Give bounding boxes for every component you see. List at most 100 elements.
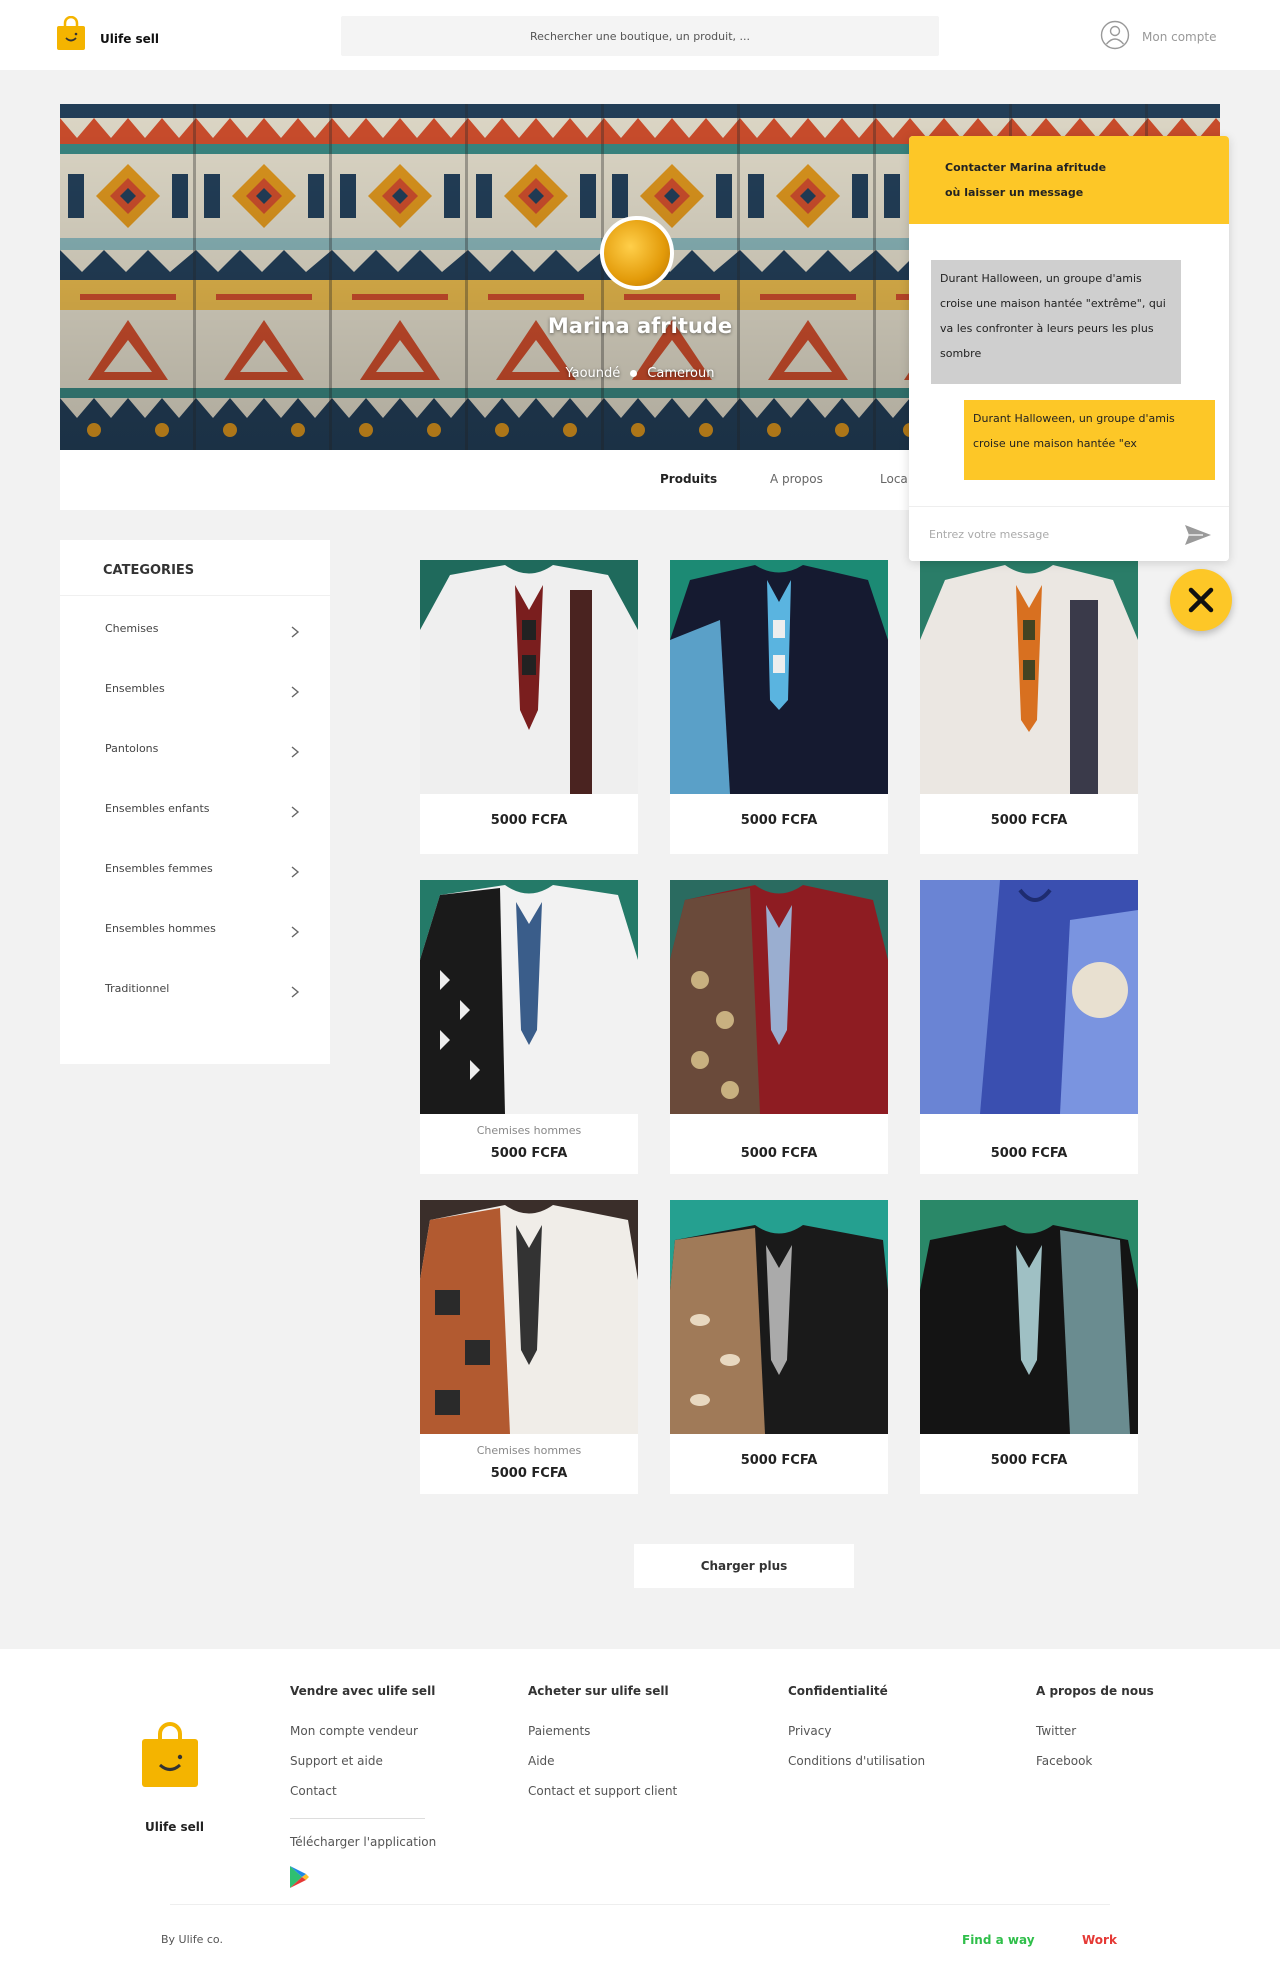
product-price: 5000 FCFA [490, 1146, 568, 1161]
product-card[interactable]: Chemises hommes 5000 FCFA [420, 880, 638, 1174]
footer-link[interactable]: Facebook [1036, 1754, 1092, 1768]
footer-brand: Ulife sell [145, 1820, 205, 1834]
product-card[interactable]: 5000 FCFA [920, 1200, 1138, 1494]
account-link[interactable]: Mon compte [1142, 30, 1216, 44]
top-header: Ulife sell Rechercher une boutique, un p… [0, 0, 1280, 70]
footer-link[interactable]: Contact [290, 1784, 337, 1798]
search-input[interactable]: Rechercher une boutique, un produit, ... [341, 16, 939, 56]
product-card[interactable]: Chemises hommes 5000 FCFA [420, 1200, 638, 1494]
send-icon[interactable] [1183, 523, 1213, 547]
product-image [920, 560, 1138, 794]
load-more-button[interactable]: Charger plus [634, 1544, 854, 1588]
chat-widget: Contacter Marina afritude où laisser un … [909, 136, 1229, 561]
shop-city: Yaoundé [565, 366, 621, 381]
product-image [670, 880, 888, 1114]
footer-col-title: Acheter sur ulife sell [528, 1684, 669, 1698]
divider [290, 1818, 425, 1819]
category-label: Ensembles hommes [105, 922, 216, 935]
product-card[interactable]: 5000 FCFA [670, 880, 888, 1174]
product-image [670, 1200, 888, 1434]
chevron-right-icon [291, 746, 300, 758]
footer-col-title: Confidentialité [788, 1684, 888, 1698]
product-image [670, 560, 888, 794]
product-card[interactable]: 5000 FCFA [670, 560, 888, 854]
chevron-right-icon [291, 626, 300, 638]
category-label: Traditionnel [105, 982, 170, 995]
copyright: By Ulife co. [161, 1933, 223, 1946]
footer-link[interactable]: Contact et support client [528, 1784, 677, 1798]
category-item[interactable]: Chemises [105, 622, 305, 642]
incoming-message: Durant Halloween, un groupe d'amis crois… [931, 260, 1181, 384]
product-category: Chemises hommes [476, 1124, 582, 1137]
dot-separator [630, 370, 638, 377]
product-price: 5000 FCFA [490, 813, 568, 828]
product-price: 5000 FCFA [740, 1453, 818, 1468]
category-label: Ensembles femmes [105, 862, 213, 875]
download-app-link[interactable]: Télécharger l'application [290, 1835, 436, 1849]
tab-produits[interactable]: Produits [660, 472, 717, 486]
product-card[interactable]: 5000 FCFA [920, 560, 1138, 854]
brand-name[interactable]: Ulife sell [100, 32, 159, 46]
product-category: Chemises hommes [476, 1444, 582, 1457]
footer-col-title: Vendre avec ulife sell [290, 1684, 436, 1698]
category-item[interactable]: Ensembles enfants [105, 802, 305, 822]
find-a-way-link[interactable]: Find a way [962, 1933, 1035, 1947]
close-chat-button[interactable] [1170, 569, 1232, 631]
footer: Ulife sell Vendre avec ulife sell Mon co… [0, 1649, 1280, 1978]
footer-link[interactable]: Mon compte vendeur [290, 1724, 418, 1738]
message-input[interactable] [929, 521, 1169, 547]
product-price: 5000 FCFA [990, 1146, 1068, 1161]
product-price: 5000 FCFA [490, 1466, 568, 1481]
product-card[interactable]: 5000 FCFA [670, 1200, 888, 1494]
search-placeholder: Rechercher une boutique, un produit, ... [529, 29, 750, 43]
categories-panel: CATEGORIES Chemises Ensembles Pantolons … [60, 540, 330, 1064]
category-label: Pantolons [105, 742, 159, 755]
shop-avatar [600, 216, 674, 290]
footer-link[interactable]: Paiements [528, 1724, 590, 1738]
google-play-icon[interactable] [288, 1865, 310, 1889]
footer-col-title: A propos de nous [1036, 1684, 1154, 1698]
category-label: Ensembles enfants [105, 802, 210, 815]
product-card[interactable]: 5000 FCFA [420, 560, 638, 854]
footer-link[interactable]: Support et aide [290, 1754, 383, 1768]
categories-title: CATEGORIES [103, 563, 195, 578]
category-item[interactable]: Ensembles femmes [105, 862, 305, 882]
divider [170, 1904, 1110, 1905]
category-item[interactable]: Ensembles hommes [105, 922, 305, 942]
product-image [920, 1200, 1138, 1434]
shopping-bag-logo-icon [142, 1722, 198, 1787]
shopping-bag-logo-icon[interactable] [55, 16, 87, 52]
chat-title: Contacter Marina afritude [945, 161, 1107, 174]
product-price: 5000 FCFA [990, 1453, 1068, 1468]
product-image [920, 880, 1138, 1114]
outgoing-message: Durant Halloween, un groupe d'amis crois… [964, 400, 1215, 480]
user-icon[interactable] [1100, 20, 1130, 50]
product-image [420, 1200, 638, 1434]
chevron-right-icon [291, 866, 300, 878]
chevron-right-icon [291, 686, 300, 698]
footer-link[interactable]: Twitter [1036, 1724, 1076, 1738]
close-icon [1188, 587, 1214, 613]
product-image [420, 880, 638, 1114]
shop-country: Cameroun [647, 366, 715, 381]
category-item[interactable]: Traditionnel [105, 982, 305, 1002]
tab-localisation[interactable]: Loca [880, 472, 908, 486]
product-price: 5000 FCFA [740, 1146, 818, 1161]
category-label: Ensembles [105, 682, 165, 695]
product-price: 5000 FCFA [740, 813, 818, 828]
work-link[interactable]: Work [1082, 1933, 1117, 1947]
footer-link[interactable]: Privacy [788, 1724, 831, 1738]
product-card[interactable]: 5000 FCFA [920, 880, 1138, 1174]
category-item[interactable]: Ensembles [105, 682, 305, 702]
divider [60, 595, 330, 596]
chevron-right-icon [291, 986, 300, 998]
chevron-right-icon [291, 806, 300, 818]
chevron-right-icon [291, 926, 300, 938]
footer-link[interactable]: Conditions d'utilisation [788, 1754, 925, 1768]
category-item[interactable]: Pantolons [105, 742, 305, 762]
category-label: Chemises [105, 622, 159, 635]
tab-a-propos[interactable]: A propos [770, 472, 823, 486]
chat-header: Contacter Marina afritude où laisser un … [909, 136, 1229, 224]
product-image [420, 560, 638, 794]
footer-link[interactable]: Aide [528, 1754, 555, 1768]
